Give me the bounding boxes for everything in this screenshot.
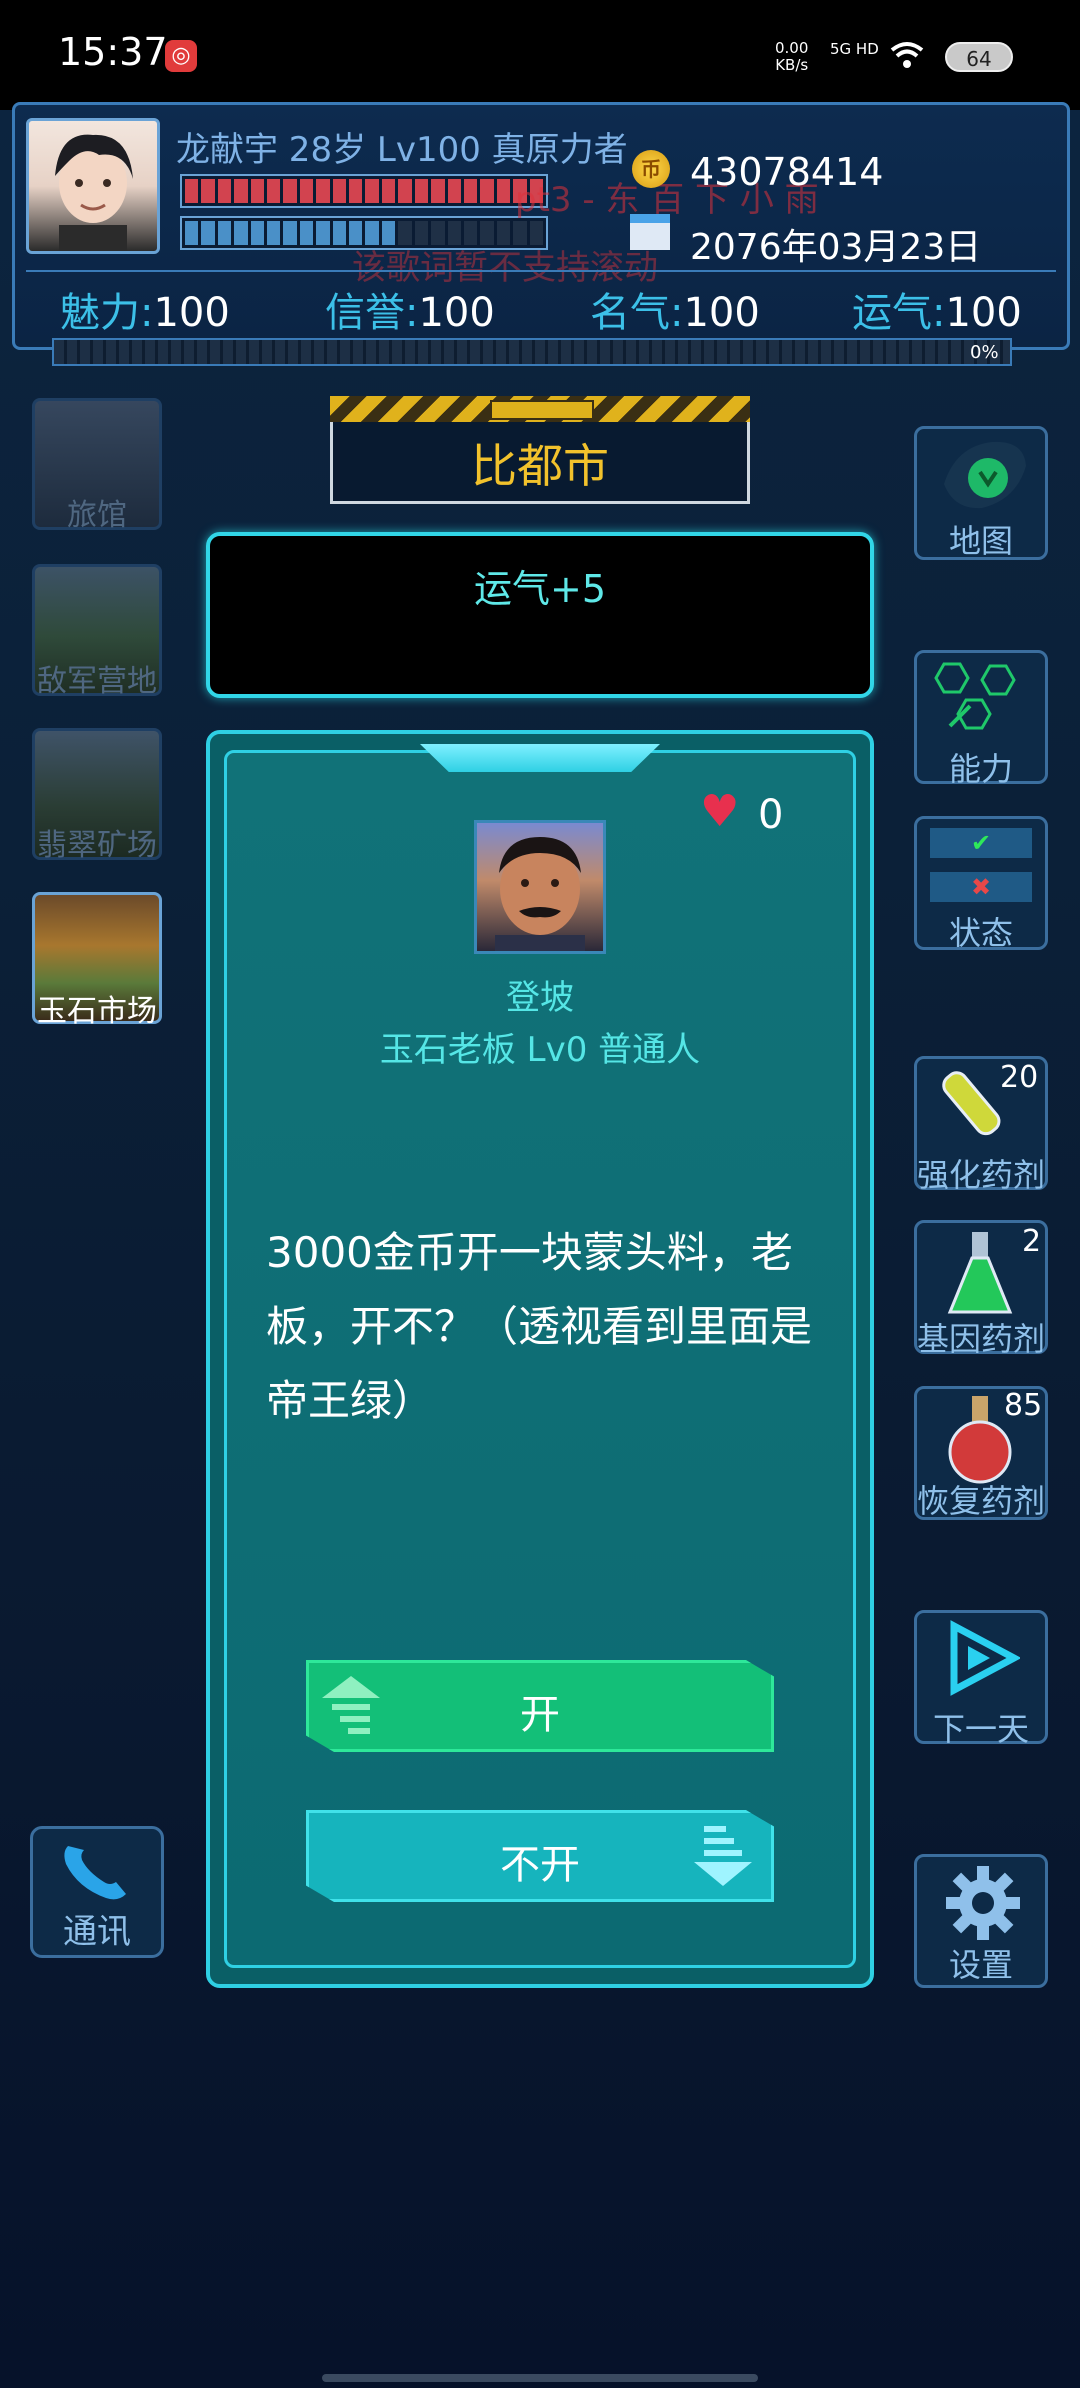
settings-label: 设置 bbox=[948, 1946, 1013, 1984]
check-icon: ✔ bbox=[930, 828, 1032, 858]
ability-icon bbox=[934, 662, 1016, 730]
stat-fame: 名气:100 bbox=[590, 290, 760, 336]
potion-strength-label: 强化药剂 bbox=[916, 1156, 1045, 1194]
play-icon bbox=[950, 1620, 1020, 1696]
npc-portrait bbox=[474, 820, 606, 954]
network-speed: 0.00 KB/s bbox=[775, 40, 808, 74]
choice-decline-label: 不开 bbox=[500, 1842, 580, 1888]
npc-name: 登坡 bbox=[506, 978, 574, 1018]
game-date: 2076年03月23日 bbox=[690, 227, 982, 268]
ability-label: 能力 bbox=[948, 750, 1013, 788]
event-card-tab bbox=[420, 744, 660, 772]
wifi-icon bbox=[890, 42, 924, 68]
location-inn-label: 旅馆 bbox=[67, 498, 127, 533]
potion-strength-count: 20 bbox=[1000, 1060, 1039, 1095]
calendar-icon bbox=[630, 214, 670, 250]
city-title: 比都市 bbox=[471, 439, 609, 493]
hp-segment bbox=[267, 179, 281, 203]
home-indicator[interactable] bbox=[322, 2374, 758, 2382]
header-divider bbox=[26, 270, 1056, 272]
hp-segment bbox=[463, 179, 478, 203]
hp-segment bbox=[398, 179, 412, 203]
comm-label: 通讯 bbox=[63, 1912, 131, 1952]
cross-icon: ✖ bbox=[930, 872, 1032, 902]
hp-segment bbox=[496, 179, 511, 203]
affection-value: 0 bbox=[758, 792, 784, 838]
exp-percent: 0% bbox=[970, 342, 999, 363]
mp-segment bbox=[250, 221, 265, 245]
choice-open-label: 开 bbox=[520, 1692, 560, 1738]
network-speed-unit: KB/s bbox=[775, 56, 809, 74]
battery-icon: 64 bbox=[945, 42, 1013, 72]
hp-segment bbox=[299, 179, 314, 203]
stat-reputation: 信誉:100 bbox=[325, 290, 495, 336]
mp-segment bbox=[185, 221, 199, 245]
mp-segment bbox=[234, 221, 248, 245]
message-text: 运气+5 bbox=[473, 567, 607, 611]
hp-segment bbox=[201, 179, 215, 203]
hp-segment bbox=[234, 179, 248, 203]
heart-icon: ♥ bbox=[700, 786, 740, 837]
mp-segment bbox=[201, 221, 215, 245]
gene-potion-icon bbox=[947, 1232, 1013, 1314]
mp-segment bbox=[217, 221, 232, 245]
phone-icon bbox=[64, 1846, 126, 1900]
message-box bbox=[206, 532, 874, 698]
gold-amount: 43078414 bbox=[690, 150, 884, 194]
player-info: 龙献宇 28岁 Lv100 真原力者 bbox=[176, 130, 628, 170]
gear-icon bbox=[946, 1866, 1020, 1940]
hp-segment bbox=[185, 179, 199, 203]
mp-segment bbox=[299, 221, 314, 245]
event-dialogue: 3000金币开一块蒙头料，老板，开不？（透视看到里面是帝王绿） bbox=[266, 1228, 813, 1425]
hp-segment bbox=[480, 179, 494, 203]
potion-heal-count: 85 bbox=[1004, 1388, 1043, 1423]
npc-title: 玉石老板 Lv0 普通人 bbox=[379, 1030, 701, 1070]
exp-bar bbox=[52, 338, 1012, 366]
hp-segment bbox=[431, 179, 445, 203]
mp-segment bbox=[283, 221, 297, 245]
mp-segment bbox=[267, 221, 281, 245]
location-jade-mine-label: 翡翠矿场 bbox=[37, 828, 157, 863]
hp-segment bbox=[365, 179, 379, 203]
potion-gene-count: 2 bbox=[1022, 1224, 1042, 1259]
location-jade-market-label: 玉石市场 bbox=[37, 994, 157, 1029]
hp-bar bbox=[180, 174, 548, 208]
hp-segment bbox=[381, 179, 396, 203]
coin-icon: 币 bbox=[632, 150, 670, 188]
hp-segment bbox=[332, 179, 347, 203]
map-label: 地图 bbox=[948, 522, 1013, 560]
mp-segment bbox=[316, 221, 330, 245]
hp-segment bbox=[414, 179, 429, 203]
clock: 15:37 bbox=[58, 30, 168, 74]
stat-luck: 运气:100 bbox=[852, 290, 1022, 336]
city-title-tab bbox=[490, 400, 594, 420]
stat-charm: 魅力:100 bbox=[60, 290, 230, 336]
potion-heal-label: 恢复药剂 bbox=[916, 1482, 1045, 1520]
location-enemy-camp-label: 敌军营地 bbox=[37, 664, 157, 699]
player-avatar[interactable] bbox=[26, 118, 160, 254]
hp-segment bbox=[217, 179, 232, 203]
hp-segment bbox=[250, 179, 265, 203]
hp-segment bbox=[283, 179, 297, 203]
mp-segment bbox=[332, 221, 347, 245]
map-icon bbox=[944, 441, 1026, 509]
next-day-label: 下一天 bbox=[932, 1710, 1029, 1748]
hp-segment bbox=[447, 179, 461, 203]
network-type: 5G HD bbox=[830, 40, 879, 58]
network-speed-value: 0.00 bbox=[775, 39, 809, 57]
potion-gene-label: 基因药剂 bbox=[916, 1320, 1045, 1358]
hp-segment bbox=[349, 179, 363, 203]
status-label: 状态 bbox=[948, 914, 1013, 952]
signal-icon: 5G HD bbox=[830, 40, 879, 58]
hp-segment bbox=[316, 179, 330, 203]
app-notification-icon: ◎ bbox=[165, 40, 197, 72]
